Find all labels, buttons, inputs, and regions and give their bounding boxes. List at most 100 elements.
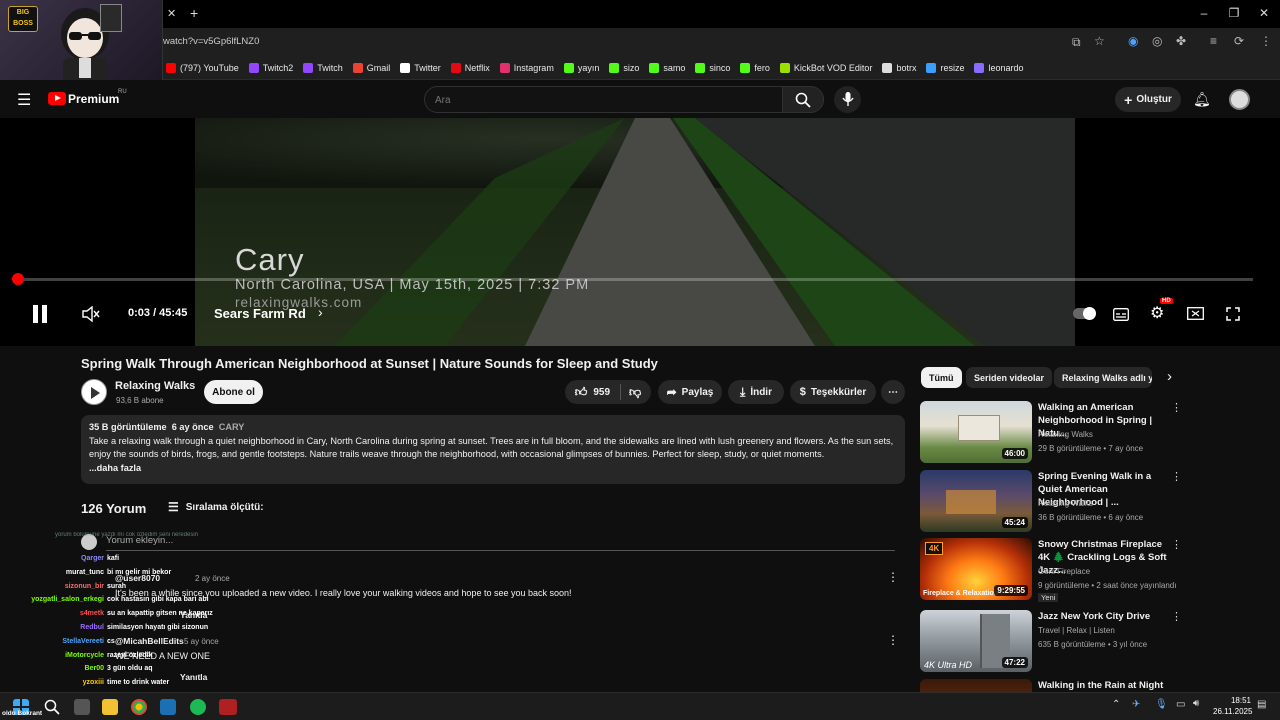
video-title[interactable]: Walking in the Rain at Night in [1038,679,1172,692]
voice-search-button[interactable] [834,86,861,113]
add-comment-input[interactable]: Yorum ekleyin... [106,535,895,551]
muted-volume-icon[interactable] [82,306,100,322]
spotify-icon[interactable] [190,699,206,715]
bookmark-item[interactable]: yayın [563,57,599,79]
comment-menu-icon[interactable]: ⋮ [887,633,899,647]
extensions-puzzle-icon[interactable]: ✤ [1176,34,1186,48]
chapter-title[interactable]: Sears Farm Rd [214,306,306,321]
show-more-link[interactable]: ...daha fazla [89,462,897,476]
system-clock[interactable]: 18:51 26.11.2025 [1213,695,1252,717]
tray-app-icon[interactable]: ✈ [1132,699,1140,710]
channel-name[interactable]: Relaxing Walks [115,380,195,392]
channel-name[interactable]: Relaxing Walks [1038,499,1093,508]
video-thumbnail[interactable]: 45:24 [920,470,1032,532]
recommended-video[interactable]: 45:24 Spring Evening Walk in a Quiet Ame… [920,470,1182,532]
search-icon[interactable] [44,699,60,715]
bookmark-star-icon[interactable]: ☆ [1094,34,1105,48]
bookmark-item[interactable]: Gmail [352,57,390,79]
account-avatar[interactable] [1229,89,1250,110]
steam-icon[interactable] [160,699,176,715]
bookmark-item[interactable]: Twitter [400,57,441,79]
chip-all[interactable]: Tümü [921,367,962,388]
subscribe-button[interactable]: Abone ol [204,380,263,404]
network-icon[interactable]: ▭ [1176,699,1185,710]
bookmark-item[interactable]: botrx [882,57,916,79]
video-menu-icon[interactable]: ⋮ [1171,470,1182,483]
bookmark-item[interactable]: Netflix [450,57,490,79]
create-button[interactable]: + Oluştur [1115,87,1181,112]
more-actions-button[interactable]: ⋯ [881,380,905,404]
video-menu-icon[interactable]: ⋮ [1171,538,1182,551]
video-title[interactable]: Jazz New York City Drive [1038,610,1172,623]
profile-sync-icon[interactable]: ⟳ [1234,34,1244,48]
settings-gear-icon[interactable]: ⚙ [1150,303,1164,323]
hamburger-menu-icon[interactable]: ☰ [17,90,31,110]
install-app-icon[interactable]: ⧉ [1072,35,1081,50]
media-controls-icon[interactable]: ≡ [1210,34,1217,48]
sort-button[interactable]: ☰ Sıralama ölçütü: [168,500,264,514]
bookmark-item[interactable]: Twitch2 [248,57,293,79]
chip-channel[interactable]: Relaxing Walks adlı y [1054,367,1152,388]
voicemeeter-icon[interactable] [219,699,237,715]
search-input[interactable] [435,91,775,109]
video-player[interactable]: Cary North Carolina, USA | May 15th, 202… [0,118,1280,346]
file-explorer-icon[interactable] [102,699,118,715]
task-view-icon[interactable] [74,699,90,715]
progress-bar[interactable] [17,278,1253,281]
close-window-icon[interactable]: ✕ [1256,6,1272,20]
bookmark-item[interactable]: Instagram [499,57,554,79]
recommended-video[interactable]: 4K Fireplace & Relaxation 9:29:55 Snowy … [920,538,1182,602]
youtube-logo-icon[interactable] [48,92,66,105]
premium-logo-text[interactable]: Premium [68,92,119,106]
description-box[interactable]: 35 B görüntüleme 6 ay önce CARY Take a r… [81,415,905,484]
channel-avatar[interactable] [81,379,107,405]
bookmark-item[interactable]: (797) YouTube [166,57,239,79]
subtitles-icon[interactable] [1113,308,1129,321]
maximize-icon[interactable]: ❐ [1226,6,1242,20]
bookmark-item[interactable]: Twitch [303,57,343,79]
tray-mic-icon[interactable]: 🎙︎ [1155,699,1168,710]
chips-next-chevron-icon[interactable]: › [1167,368,1172,385]
video-thumbnail[interactable]: 46:00 [920,401,1032,463]
search-button[interactable] [782,86,824,113]
minimize-icon[interactable]: – [1196,6,1212,20]
share-button[interactable]: ➦ Paylaş [658,380,722,404]
download-button[interactable]: ⤓ İndir [728,380,784,404]
pause-button[interactable] [33,305,47,323]
video-menu-icon[interactable]: ⋮ [1171,401,1182,414]
recommended-video[interactable]: 4K Ultra HD 47:22 Jazz New York City Dri… [920,610,1182,672]
chapter-chevron-icon[interactable]: › [318,304,323,320]
volume-icon[interactable]: 🔊︎ [1193,698,1199,709]
extension-icon[interactable]: ◎ [1152,34,1162,48]
channel-name[interactable]: Travel | Relax | Listen [1038,626,1115,635]
video-menu-icon[interactable]: ⋮ [1171,610,1182,623]
thanks-button[interactable]: $ Teşekkürler [790,380,876,404]
comment-menu-icon[interactable]: ⋮ [887,570,899,584]
bookmark-item[interactable]: sinco [695,57,730,79]
theater-mode-icon[interactable] [1187,307,1204,320]
bookmark-item[interactable]: fero [740,57,770,79]
bookmark-item[interactable]: KickBot VOD Editor [779,57,872,79]
address-bar[interactable]: watch?v=v5Gp6lfLNZ0 [163,36,259,47]
autoplay-toggle[interactable] [1073,307,1096,320]
bookmark-item[interactable]: resize [926,57,964,79]
channel-name[interactable]: Geni Fireplace [1038,567,1090,576]
video-thumbnail[interactable]: 4K Fireplace & Relaxation 9:29:55 [920,538,1032,600]
notification-center-icon[interactable]: ▤ [1257,699,1266,710]
bookmark-item[interactable]: samo [649,57,685,79]
dislike-button[interactable]: 👎︎ [621,385,641,400]
chrome-icon[interactable] [131,699,147,715]
chip-series[interactable]: Seriden videolar [966,367,1053,388]
like-button[interactable]: 👍︎ 959 [575,384,622,400]
description-tag[interactable]: CARY [219,422,245,432]
bookmark-item[interactable]: leonardo [974,57,1024,79]
new-tab-icon[interactable]: + [190,5,198,21]
extension-icon[interactable]: ◉ [1128,34,1138,48]
browser-menu-icon[interactable]: ⋮ [1260,34,1272,48]
tray-overflow-icon[interactable]: ⌃ [1112,699,1120,710]
notifications-bell-icon[interactable]: 🔔︎ [1193,91,1211,108]
video-thumbnail[interactable]: 4K Ultra HD 47:22 [920,610,1032,672]
fullscreen-icon[interactable] [1226,307,1240,321]
channel-name[interactable]: Relaxing Walks [1038,430,1093,439]
close-tab-icon[interactable]: ✕ [167,7,176,20]
